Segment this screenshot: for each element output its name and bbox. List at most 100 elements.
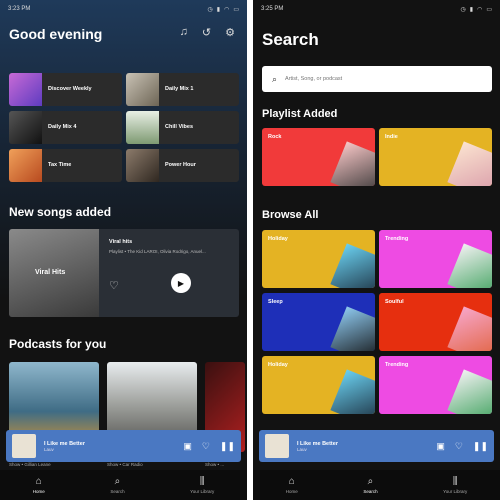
nav-label: Your Library [190, 489, 215, 494]
search-icon: ⌕ [367, 476, 374, 487]
alarm-icon: ◷ [207, 6, 213, 13]
genre-tile-holiday[interactable]: Holiday [262, 230, 375, 288]
alarm-icon: ◷ [460, 6, 466, 13]
playlist-cover [9, 149, 42, 182]
quick-item-label: Discover Weekly [48, 86, 92, 93]
heart-icon[interactable]: ♡ [455, 441, 463, 452]
tile-label: Trending [385, 362, 409, 368]
nav-label: Home [32, 489, 45, 494]
quick-item-label: Daily Mix 1 [165, 86, 194, 93]
podcast-caption: Show • ... [205, 462, 225, 467]
genre-tile-soulful[interactable]: Soulful [379, 293, 492, 351]
cover-tag: Viral Hits [35, 269, 66, 276]
play-button[interactable]: ▶ [171, 273, 191, 293]
genre-tile-sleep[interactable]: Sleep [262, 293, 375, 351]
tile-label: Sleep [268, 299, 283, 305]
nav-label: Home [285, 489, 298, 494]
genre-tile-trending[interactable]: Trending [379, 230, 492, 288]
status-bar: 3:25 PM ◷ ▮ ◠ ▭ [261, 4, 492, 14]
playlist-cover [126, 111, 159, 144]
signal-icon: ▮ [469, 6, 474, 13]
battery-icon: ▭ [233, 6, 239, 13]
section-title-playlist-added: Playlist Added [262, 108, 338, 120]
section-title-new-songs: New songs added [9, 205, 112, 219]
now-playing-cover [12, 434, 36, 458]
genre-tile-indie[interactable]: Indie [379, 128, 492, 186]
devices-icon[interactable]: ▣ [436, 441, 445, 452]
nav-label: Your Library [443, 489, 468, 494]
tile-art [447, 369, 492, 414]
new-song-card[interactable]: Viral Hits Viral hits Playlist • The Kid… [9, 229, 239, 317]
quick-item[interactable]: Discover Weekly [9, 73, 122, 106]
search-screen: 3:25 PM ◷ ▮ ◠ ▭ Search ⌕ Playlist Added … [253, 0, 500, 500]
tile-label: Trending [385, 236, 409, 242]
mini-player[interactable]: I Like me Better Lauv ▣ ♡ ❚❚ [6, 430, 241, 462]
genre-tile-holiday[interactable]: Holiday [262, 356, 375, 414]
playlist-cover [126, 149, 159, 182]
nav-home[interactable]: ⌂ Home [286, 476, 298, 494]
home-icon: ⌂ [35, 476, 42, 487]
heart-icon[interactable]: ♡ [202, 441, 210, 452]
playlist-cover [9, 111, 42, 144]
tile-label: Holiday [268, 236, 288, 242]
quick-item[interactable]: Tax Time [9, 149, 122, 182]
home-icon: ⌂ [288, 476, 295, 487]
tile-label: Soulful [385, 299, 404, 305]
podcast-caption: Show • Gillian Leane [9, 462, 51, 467]
nav-home[interactable]: ⌂ Home [33, 476, 45, 494]
quick-item-label: Daily Mix 4 [48, 124, 77, 131]
mini-player[interactable]: I Like me Better Lauv ▣ ♡ ❚❚ [259, 430, 494, 462]
pause-icon[interactable]: ❚❚ [473, 441, 488, 452]
nav-library[interactable]: ⫼ Your Library [190, 476, 214, 494]
signal-icon: ▮ [216, 6, 221, 13]
search-input[interactable] [285, 76, 476, 82]
quick-item[interactable]: Power Hour [126, 149, 239, 182]
history-icon[interactable]: ↺ [202, 26, 211, 39]
search-bar[interactable]: ⌕ [262, 66, 492, 92]
genre-tile-rock[interactable]: Rock [262, 128, 375, 186]
pause-icon[interactable]: ❚❚ [220, 441, 235, 452]
status-bar: 3:23 PM ◷ ▮ ◠ ▭ [8, 4, 239, 14]
quick-item[interactable]: Daily Mix 4 [9, 111, 122, 144]
greeting-title: Good evening [9, 26, 103, 42]
heart-icon[interactable]: ♡ [109, 279, 119, 292]
section-title-browse-all: Browse All [262, 209, 319, 221]
quick-item-label: Chill Vibes [165, 124, 194, 131]
page-title: Search [262, 30, 319, 49]
nav-search[interactable]: ⌕ Search [110, 476, 124, 494]
bottom-nav: ⌂ Home ⌕ Search ⫼ Your Library [0, 470, 247, 500]
nav-label: Search [110, 489, 125, 494]
tile-art [447, 306, 492, 351]
bell-icon[interactable]: ♫ [180, 26, 188, 39]
playlist-cover [9, 73, 42, 106]
home-screen: 3:23 PM ◷ ▮ ◠ ▭ Good evening ♫ ↺ ⚙ Disco… [0, 0, 247, 500]
quick-item[interactable]: Chill Vibes [126, 111, 239, 144]
tile-label: Holiday [268, 362, 288, 368]
search-icon: ⌕ [114, 476, 121, 487]
devices-icon[interactable]: ▣ [183, 441, 192, 452]
tile-art [330, 141, 375, 186]
tile-label: Rock [268, 134, 282, 140]
gear-icon[interactable]: ⚙ [225, 26, 235, 39]
nav-search[interactable]: ⌕ Search [363, 476, 377, 494]
nav-library[interactable]: ⫼ Your Library [443, 476, 467, 494]
podcast-caption: Show • Car Radio [107, 462, 143, 467]
now-playing-artist: Lauv [44, 446, 54, 452]
section-title-podcasts: Podcasts for you [9, 337, 107, 351]
quick-item-label: Power Hour [165, 162, 196, 169]
nav-label: Search [363, 489, 378, 494]
genre-tile-trending[interactable]: Trending [379, 356, 492, 414]
status-time: 3:25 PM [261, 6, 284, 12]
library-icon: ⫼ [199, 476, 205, 487]
wifi-icon: ◠ [477, 6, 483, 13]
tile-art [447, 141, 492, 186]
quick-access-grid: Discover Weekly Daily Mix 1 Daily Mix 4 … [9, 73, 239, 182]
now-playing-cover [265, 434, 289, 458]
card-subtitle: Playlist • The Kid LAROI, Olivia Rodrigo… [109, 249, 206, 254]
quick-item[interactable]: Daily Mix 1 [126, 73, 239, 106]
bottom-nav: ⌂ Home ⌕ Search ⫼ Your Library [253, 470, 500, 500]
tile-art [330, 306, 375, 351]
status-time: 3:23 PM [8, 6, 31, 12]
battery-icon: ▭ [486, 6, 492, 13]
tile-art [330, 243, 375, 288]
